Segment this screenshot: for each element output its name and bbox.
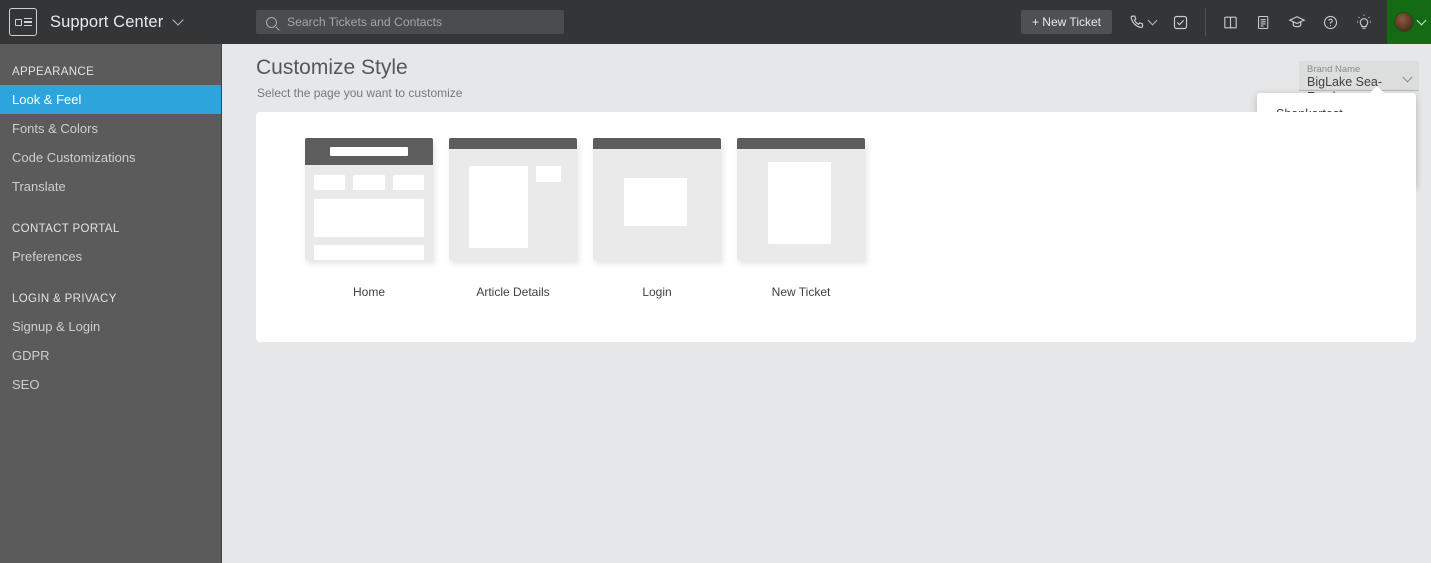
book-columns-icon[interactable] [1222, 14, 1239, 31]
page-card-article-details[interactable]: Article Details [441, 138, 585, 299]
lightbulb-icon[interactable] [1355, 13, 1373, 31]
main-content: Customize Style Select the page you want… [223, 44, 1431, 563]
sidebar-section-contact-portal: CONTACT PORTAL Preferences [0, 215, 221, 271]
sidebar-item-seo[interactable]: SEO [0, 370, 221, 399]
top-bar-actions: + New Ticket [1020, 0, 1431, 44]
home-thumbnail[interactable] [305, 138, 433, 260]
sidebar: APPEARANCE Look & Feel Fonts & Colors Co… [0, 44, 222, 563]
search-bar[interactable] [256, 10, 564, 34]
login-thumbnail[interactable] [593, 138, 721, 260]
task-check-icon[interactable] [1172, 14, 1189, 31]
help-circle-icon[interactable] [1322, 14, 1339, 31]
sidebar-section-title: APPEARANCE [12, 66, 95, 78]
sidebar-item-signup-and-login[interactable]: Signup & Login [0, 312, 221, 341]
phone-icon[interactable] [1128, 14, 1145, 31]
phone-chevron-down-icon[interactable] [1147, 15, 1158, 25]
divider [1205, 8, 1206, 36]
top-bar: Support Center + New Ticket [0, 0, 1431, 44]
page-card-label: Login [642, 285, 672, 299]
page-card-login[interactable]: Login [585, 138, 729, 299]
page-card-label: Home [352, 285, 385, 299]
page-card-home[interactable]: Home [297, 138, 441, 299]
graduation-cap-icon[interactable] [1288, 13, 1306, 31]
sidebar-section-login-and-privacy: LOGIN & PRIVACY Signup & Login GDPR SEO [0, 285, 221, 399]
document-icon[interactable] [1255, 14, 1272, 31]
sidebar-item-look-and-feel[interactable]: Look & Feel [0, 85, 221, 114]
user-avatar-menu[interactable] [1387, 0, 1431, 44]
sidebar-section-title: CONTACT PORTAL [12, 223, 120, 235]
sidebar-section-title: LOGIN & PRIVACY [12, 293, 117, 305]
sidebar-item-translate[interactable]: Translate [0, 172, 221, 201]
chevron-down-icon[interactable] [172, 14, 184, 26]
customize-style-panel: Home Article Details Login New Ticket [256, 112, 1416, 342]
app-title: Support Center [50, 12, 164, 31]
page-title: Customize Style [256, 56, 408, 79]
brand-name-select[interactable]: Brand Name BigLake Sea-Foods [1299, 61, 1419, 104]
search-icon [266, 16, 277, 28]
new-ticket-button[interactable]: + New Ticket [1020, 10, 1112, 34]
search-input[interactable] [287, 15, 537, 29]
page-card-label: New Ticket [771, 285, 831, 299]
sidebar-item-fonts-and-colors[interactable]: Fonts & Colors [0, 114, 221, 143]
page-subtitle: Select the page you want to customize [257, 86, 463, 100]
sidebar-item-code-customizations[interactable]: Code Customizations [0, 143, 221, 172]
brand-name-label: Brand Name [1307, 64, 1361, 75]
new-ticket-thumbnail[interactable] [737, 138, 865, 260]
page-card-new-ticket[interactable]: New Ticket [729, 138, 873, 299]
page-card-label: Article Details [476, 285, 550, 299]
page-card-list: Home Article Details Login New Ticket [256, 112, 1416, 299]
article-details-thumbnail[interactable] [449, 138, 577, 260]
chevron-down-icon[interactable] [1416, 15, 1426, 25]
sidebar-item-preferences[interactable]: Preferences [0, 242, 221, 271]
avatar [1393, 12, 1414, 32]
portal-logo-icon [9, 8, 37, 36]
sidebar-item-gdpr[interactable]: GDPR [0, 341, 221, 370]
sidebar-section-appearance: APPEARANCE Look & Feel Fonts & Colors Co… [0, 58, 221, 201]
